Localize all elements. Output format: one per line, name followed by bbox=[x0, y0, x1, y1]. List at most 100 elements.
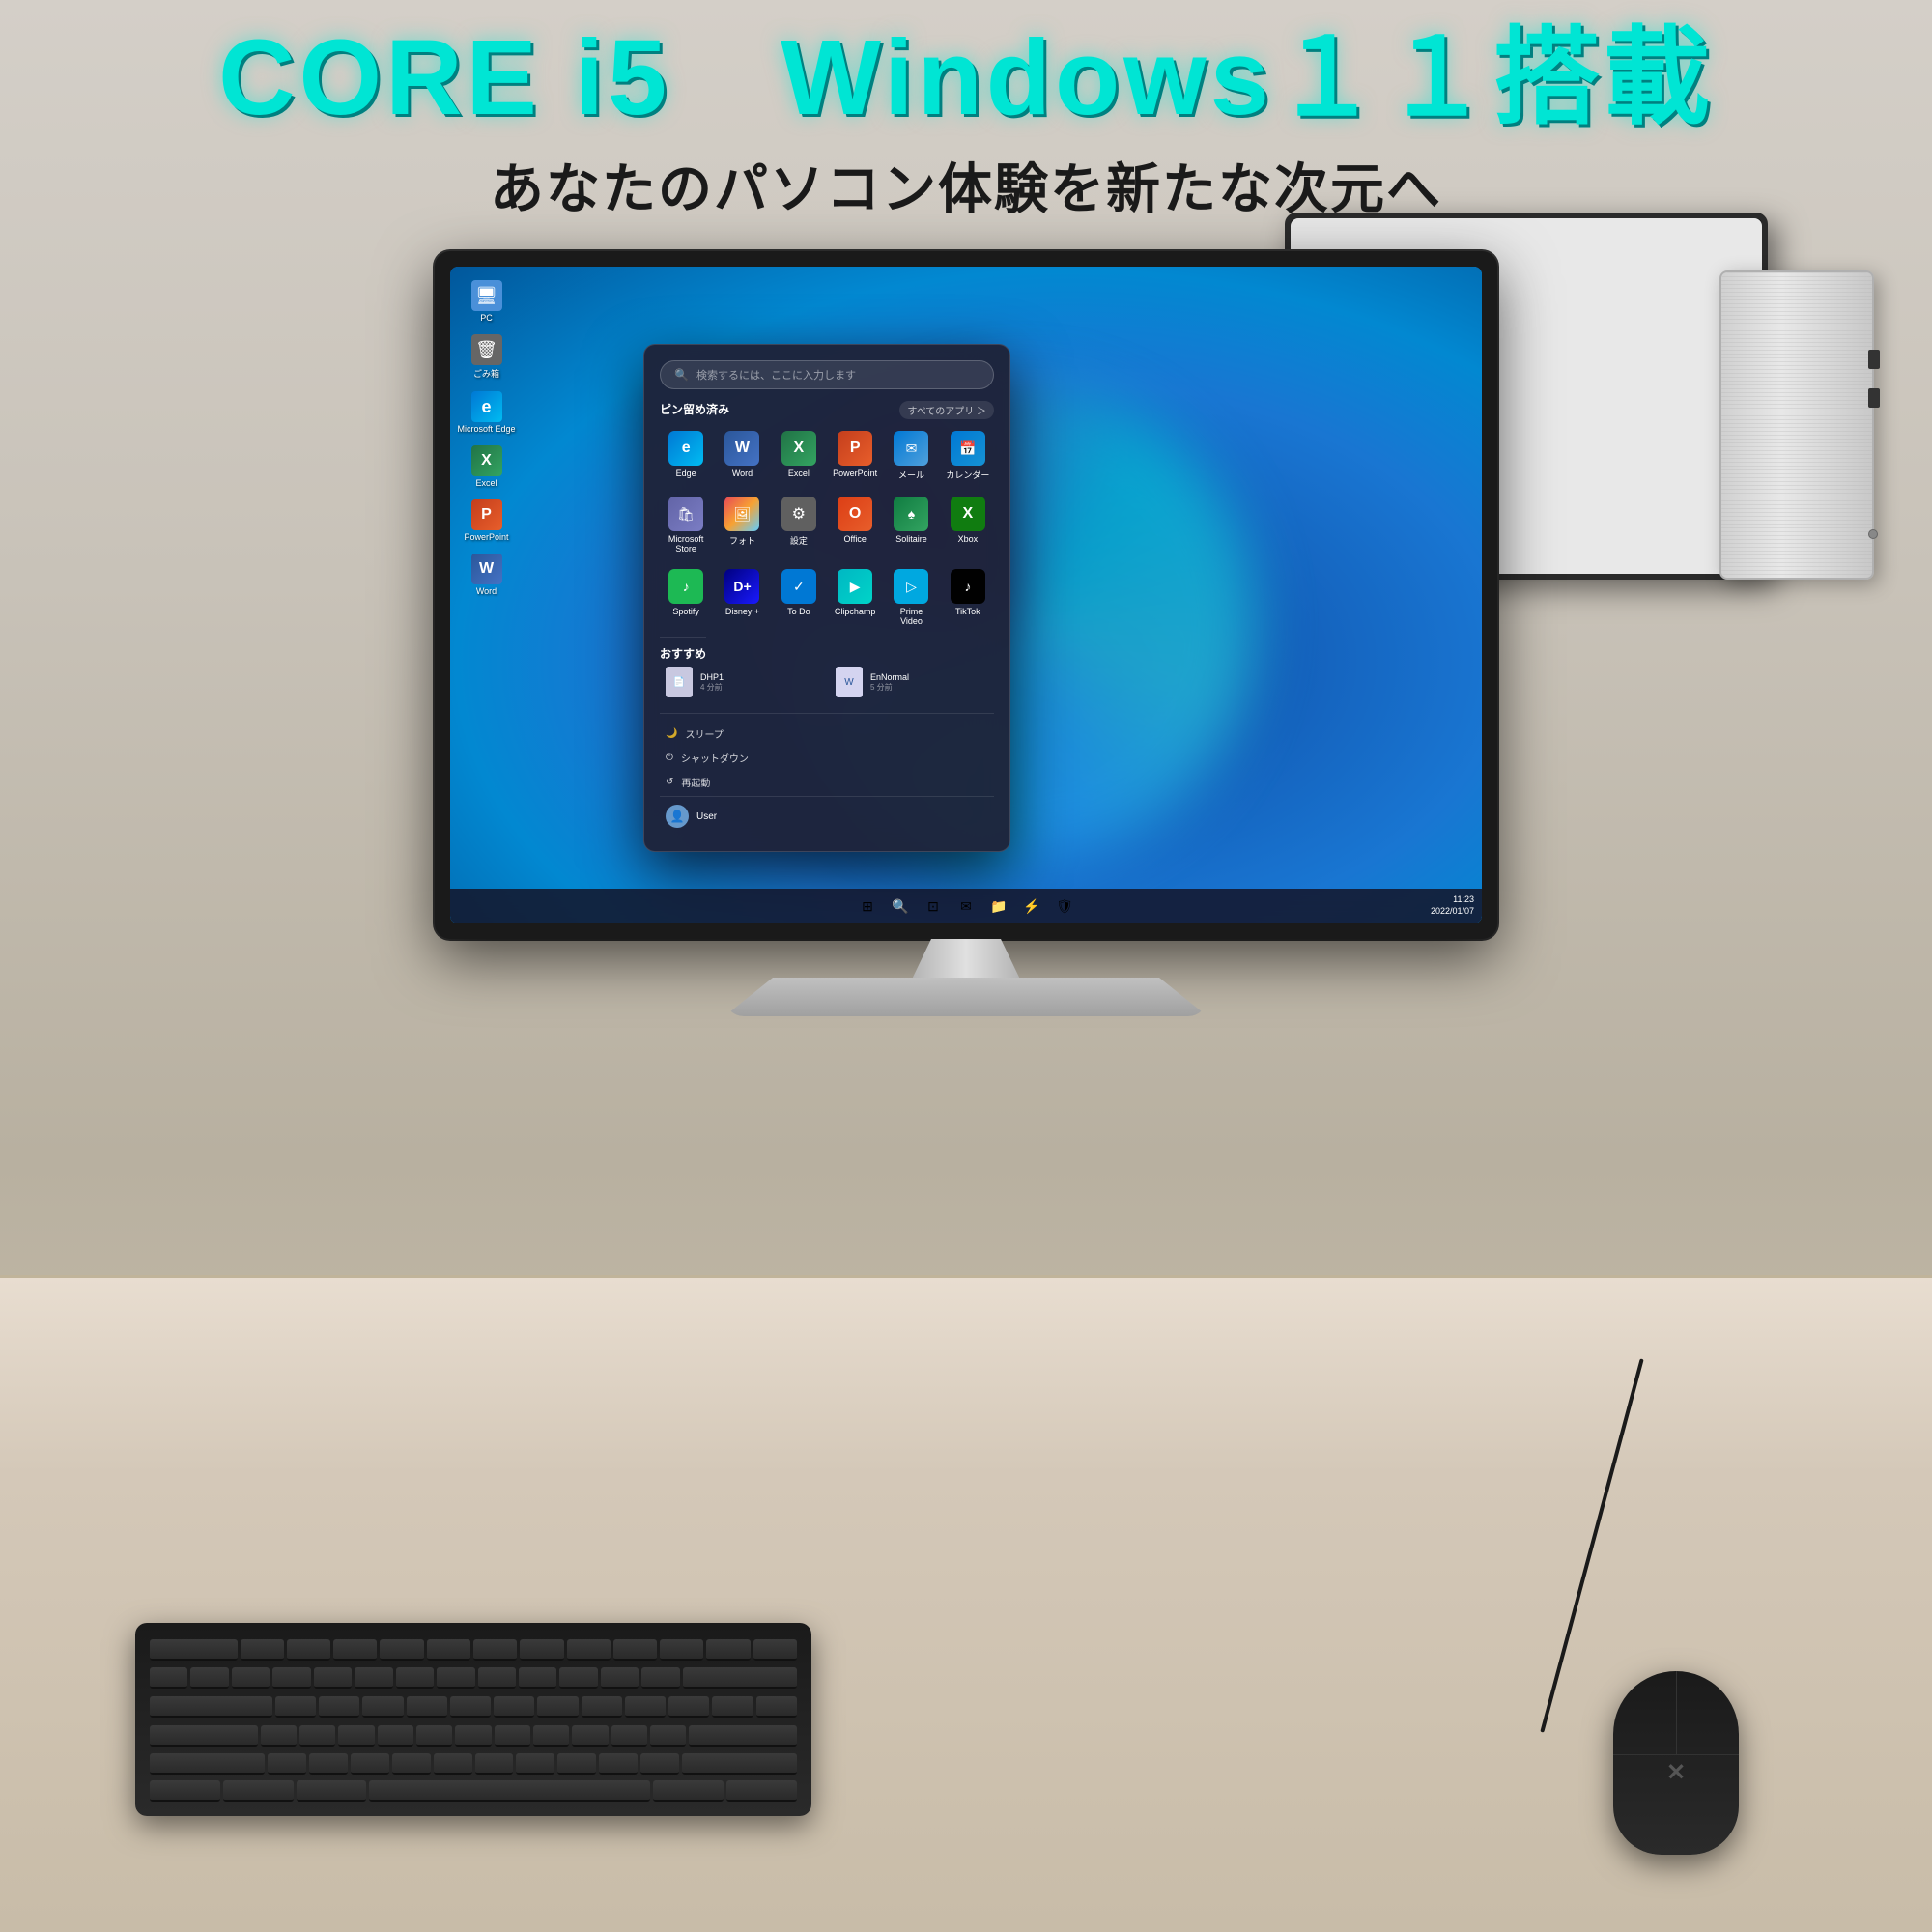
key-q[interactable] bbox=[275, 1696, 316, 1718]
pinned-excel[interactable]: X Excel bbox=[773, 425, 825, 487]
key-caps[interactable] bbox=[150, 1725, 258, 1747]
key-space[interactable] bbox=[369, 1780, 650, 1802]
key-v[interactable] bbox=[392, 1753, 431, 1775]
key-r[interactable] bbox=[407, 1696, 447, 1718]
user-section[interactable]: 👤 User bbox=[660, 796, 994, 836]
search-bar[interactable]: 🔍 検索するには、ここに入力します bbox=[660, 360, 994, 389]
key-f4[interactable] bbox=[380, 1639, 423, 1661]
rec-item-1[interactable]: 📄 DHP1 4 分前 bbox=[660, 663, 824, 701]
pinned-word[interactable]: W Word bbox=[716, 425, 768, 487]
key-win[interactable] bbox=[223, 1780, 294, 1802]
key-i[interactable] bbox=[582, 1696, 622, 1718]
key-f9[interactable] bbox=[613, 1639, 657, 1661]
desktop-icon-edge[interactable]: e Microsoft Edge bbox=[460, 387, 513, 438]
start-button[interactable]: ⊞ bbox=[853, 892, 882, 921]
mini-pc-power-button[interactable] bbox=[1868, 529, 1878, 539]
pinned-solitaire[interactable]: ♠ Solitaire bbox=[885, 491, 937, 559]
all-apps-button[interactable]: すべてのアプリ ＞ bbox=[899, 401, 994, 419]
pinned-todo[interactable]: ✓ To Do bbox=[773, 563, 825, 632]
key-minus[interactable] bbox=[601, 1667, 639, 1689]
key-l[interactable] bbox=[572, 1725, 608, 1747]
key-k[interactable] bbox=[533, 1725, 569, 1747]
key-comma[interactable] bbox=[557, 1753, 596, 1775]
pinned-xbox[interactable]: X Xbox bbox=[942, 491, 994, 559]
search-button[interactable]: 🔍 bbox=[886, 892, 915, 921]
key-shift-l[interactable] bbox=[150, 1753, 265, 1775]
key-1[interactable] bbox=[190, 1667, 228, 1689]
pinned-spotify[interactable]: ♪ Spotify bbox=[660, 563, 712, 632]
key-quote[interactable] bbox=[650, 1725, 686, 1747]
key-ctrl-r[interactable] bbox=[726, 1780, 797, 1802]
key-2[interactable] bbox=[232, 1667, 270, 1689]
pinned-mail[interactable]: ✉ メール bbox=[885, 425, 937, 487]
key-f11[interactable] bbox=[706, 1639, 750, 1661]
key-x[interactable] bbox=[309, 1753, 348, 1775]
key-tab[interactable] bbox=[150, 1696, 272, 1718]
taskbar-defender[interactable]: 🛡 bbox=[1050, 892, 1079, 921]
key-ctrl-l[interactable] bbox=[150, 1780, 220, 1802]
pinned-settings[interactable]: ⚙ 設定 bbox=[773, 491, 825, 559]
pinned-disney[interactable]: D+ Disney + bbox=[716, 563, 768, 632]
key-z[interactable] bbox=[268, 1753, 306, 1775]
key-t[interactable] bbox=[450, 1696, 491, 1718]
key-7[interactable] bbox=[437, 1667, 474, 1689]
key-p[interactable] bbox=[668, 1696, 709, 1718]
taskbar-explorer[interactable]: 📁 bbox=[984, 892, 1013, 921]
key-m[interactable] bbox=[516, 1753, 554, 1775]
shutdown-button[interactable]: ⏻ シャットダウン bbox=[660, 748, 994, 768]
desktop-icon-word[interactable]: W Word bbox=[460, 550, 513, 600]
key-f8[interactable] bbox=[567, 1639, 611, 1661]
key-d[interactable] bbox=[338, 1725, 374, 1747]
key-w[interactable] bbox=[319, 1696, 359, 1718]
key-b[interactable] bbox=[434, 1753, 472, 1775]
key-4[interactable] bbox=[314, 1667, 352, 1689]
sleep-button[interactable]: 🌙 スリープ bbox=[660, 724, 994, 744]
key-n[interactable] bbox=[475, 1753, 514, 1775]
desktop-icon-ppt[interactable]: P PowerPoint bbox=[460, 496, 513, 546]
taskbar-mail[interactable]: ✉ bbox=[952, 892, 980, 921]
key-g[interactable] bbox=[416, 1725, 452, 1747]
key-f6[interactable] bbox=[473, 1639, 517, 1661]
key-h[interactable] bbox=[455, 1725, 491, 1747]
key-f[interactable] bbox=[378, 1725, 413, 1747]
key-esc[interactable] bbox=[150, 1639, 238, 1661]
key-f1[interactable] bbox=[241, 1639, 284, 1661]
key-shift-r[interactable] bbox=[682, 1753, 797, 1775]
key-8[interactable] bbox=[478, 1667, 516, 1689]
key-backtick[interactable] bbox=[150, 1667, 187, 1689]
taskbar-edge[interactable]: ⚡ bbox=[1017, 892, 1046, 921]
key-y[interactable] bbox=[494, 1696, 534, 1718]
key-bracket-l[interactable] bbox=[712, 1696, 753, 1718]
key-f3[interactable] bbox=[333, 1639, 377, 1661]
key-0[interactable] bbox=[559, 1667, 597, 1689]
desktop-icon-excel[interactable]: X Excel bbox=[460, 441, 513, 492]
mouse[interactable]: ✕ bbox=[1613, 1671, 1739, 1855]
restart-button[interactable]: ↺ 再起動 bbox=[660, 772, 994, 792]
desktop-icon-trash[interactable]: 🗑 ごみ箱 bbox=[460, 330, 513, 384]
pinned-photos[interactable]: 🖼 フォト bbox=[716, 491, 768, 559]
pinned-edge[interactable]: e Edge bbox=[660, 425, 712, 487]
key-a[interactable] bbox=[261, 1725, 297, 1747]
key-c[interactable] bbox=[351, 1753, 389, 1775]
key-semicolon[interactable] bbox=[611, 1725, 647, 1747]
pinned-ppt[interactable]: P PowerPoint bbox=[829, 425, 881, 487]
key-alt-r[interactable] bbox=[653, 1780, 724, 1802]
key-u[interactable] bbox=[537, 1696, 578, 1718]
pinned-store[interactable]: 🛍 Microsoft Store bbox=[660, 491, 712, 559]
pinned-calendar[interactable]: 📅 カレンダー bbox=[942, 425, 994, 487]
key-alt-l[interactable] bbox=[297, 1780, 367, 1802]
key-backspace[interactable] bbox=[683, 1667, 797, 1689]
keyboard[interactable] bbox=[135, 1623, 811, 1816]
key-equals[interactable] bbox=[641, 1667, 679, 1689]
task-view-button[interactable]: ⊡ bbox=[919, 892, 948, 921]
key-f10[interactable] bbox=[660, 1639, 703, 1661]
rec-item-2[interactable]: W EnNormal 5 分前 bbox=[830, 663, 994, 701]
key-s[interactable] bbox=[299, 1725, 335, 1747]
key-3[interactable] bbox=[272, 1667, 310, 1689]
pinned-clipchamp[interactable]: ▶ Clipchamp bbox=[829, 563, 881, 632]
pinned-office[interactable]: O Office bbox=[829, 491, 881, 559]
key-6[interactable] bbox=[396, 1667, 434, 1689]
key-bracket-r[interactable] bbox=[756, 1696, 797, 1718]
pinned-prime[interactable]: ▷ Prime Video bbox=[885, 563, 937, 632]
key-j[interactable] bbox=[495, 1725, 530, 1747]
